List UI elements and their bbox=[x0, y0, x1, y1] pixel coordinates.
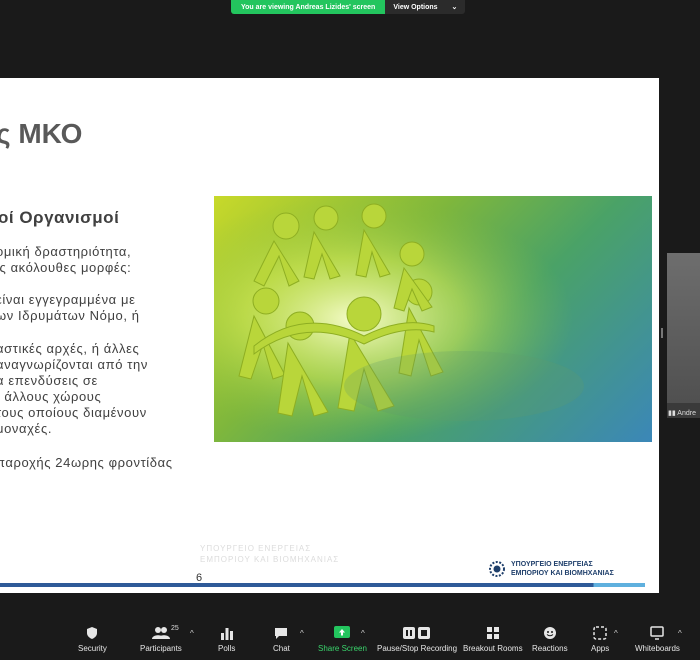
slide-paragraph: είναι εγγεγραμμένα με ων Ιδρυμάτων Νόμο,… bbox=[0, 292, 140, 324]
watermark: ΥΠΟΥΡΓΕΙΟ ΕΝΕΡΓΕΙΑΣ ΕΜΠΟΡΙΟΥ ΚΑΙ ΒΙΟΜΗΧΑ… bbox=[200, 543, 339, 565]
whiteboards-button[interactable]: Whiteboards bbox=[635, 626, 680, 653]
participants-count: 25 bbox=[171, 625, 179, 632]
slide-paragraph: ομική δραστηριότητα, ις ακόλουθες μορφές… bbox=[0, 244, 131, 276]
bar-chart-icon bbox=[220, 628, 233, 640]
participants-button[interactable]: 25 Participants bbox=[140, 625, 182, 653]
signal-icon: ▮▮ bbox=[668, 410, 676, 417]
watermark-line: ΕΜΠΟΡΙΟΥ ΚΑΙ ΒΙΟΜΗΧΑΝΙΑΣ bbox=[200, 555, 340, 564]
participant-name: ▮▮ Andre bbox=[668, 409, 696, 417]
meeting-toolbar: Security 25 Participants ^ Polls Chat ^ … bbox=[0, 620, 700, 660]
reactions-button[interactable]: Reactions bbox=[532, 626, 568, 653]
security-button[interactable]: Security bbox=[78, 626, 107, 653]
slide-subtitle: οί Οργανισμοί bbox=[0, 208, 120, 227]
chat-icon bbox=[275, 628, 288, 639]
share-banner-text: You are viewing Andreas Lizides' screen bbox=[231, 0, 386, 14]
share-screen-icon bbox=[334, 626, 351, 638]
whiteboards-label: Whiteboards bbox=[635, 644, 680, 653]
pause-stop-recording-button[interactable]: Pause/Stop Recording bbox=[377, 626, 457, 653]
footer-line bbox=[0, 583, 645, 587]
text-line: ις ακόλουθες μορφές: bbox=[0, 260, 132, 275]
grid-icon bbox=[486, 627, 499, 639]
apps-label: Apps bbox=[591, 644, 610, 653]
share-screen-button[interactable]: Share Screen bbox=[318, 626, 367, 653]
logo-line: ΥΠΟΥΡΓΕΙΟ ΕΝΕΡΓΕΙΑΣ bbox=[511, 561, 593, 568]
breakout-rooms-label: Breakout Rooms bbox=[463, 644, 523, 653]
logo-line: ΕΜΠΟΡΙΟΥ ΚΑΙ ΒΙΟΜΗΧΑΝΙΑΣ bbox=[511, 570, 614, 577]
paper-people-circle-image bbox=[214, 196, 652, 442]
apps-icon bbox=[593, 626, 607, 640]
share-screen-label: Share Screen bbox=[318, 644, 367, 653]
text-line: , άλλους χώρους bbox=[0, 389, 102, 404]
splitter-handle[interactable] bbox=[659, 320, 665, 344]
text-line: ομική δραστηριότητα, bbox=[0, 244, 132, 259]
view-options-button[interactable]: View Options ⌄ bbox=[385, 0, 466, 14]
polls-button[interactable]: Polls bbox=[218, 626, 235, 653]
chat-label: Chat bbox=[273, 644, 290, 653]
text-line: α επενδύσεις σε bbox=[0, 373, 98, 388]
ministry-logo: ΥΠΟΥΡΓΕΙΟ ΕΝΕΡΓΕΙΑΣ ΕΜΠΟΡΙΟΥ ΚΑΙ ΒΙΟΜΗΧΑ… bbox=[487, 559, 614, 579]
security-label: Security bbox=[78, 644, 107, 653]
whiteboard-icon bbox=[650, 626, 665, 640]
gear-icon bbox=[489, 561, 505, 577]
chat-button[interactable]: Chat bbox=[273, 626, 290, 653]
text-line: παροχής 24ωρης φροντίδας bbox=[0, 455, 173, 470]
apps-options-caret[interactable]: ^ bbox=[614, 629, 618, 638]
view-options-label: View Options bbox=[393, 3, 438, 11]
slide-paragraph: παροχής 24ωρης φροντίδας bbox=[0, 455, 173, 471]
slide-paragraph: αστικές αρχές, ή άλλες αναγνωρίζονται απ… bbox=[0, 341, 148, 437]
participants-options-caret[interactable]: ^ bbox=[190, 629, 194, 638]
polls-label: Polls bbox=[218, 644, 236, 653]
text-line: είναι εγγεγραμμένα με bbox=[0, 292, 136, 307]
text-line: αστικές αρχές, ή άλλες bbox=[0, 341, 140, 356]
watermark-line: ΥΠΟΥΡΓΕΙΟ ΕΝΕΡΓΕΙΑΣ bbox=[200, 544, 312, 553]
breakout-rooms-button[interactable]: Breakout Rooms bbox=[463, 626, 523, 653]
chat-options-caret[interactable]: ^ bbox=[300, 629, 304, 638]
apps-button[interactable]: Apps bbox=[591, 626, 609, 653]
share-options-caret[interactable]: ^ bbox=[361, 629, 365, 638]
smiley-icon bbox=[543, 627, 556, 639]
shared-slide: ς ΜΚΟ οί Οργανισμοί ομική δραστηριότητα,… bbox=[0, 78, 659, 593]
pause-stop-recording-label: Pause/Stop Recording bbox=[377, 644, 458, 653]
text-line: αναγνωρίζονται από την bbox=[0, 357, 148, 372]
shield-icon bbox=[87, 627, 98, 639]
reactions-label: Reactions bbox=[532, 644, 568, 653]
participant-video-tile[interactable]: ▮▮ Andre bbox=[667, 253, 700, 418]
slide-title: ς ΜΚΟ bbox=[0, 118, 83, 149]
pause-stop-icon bbox=[403, 627, 431, 639]
chevron-down-icon: ⌄ bbox=[451, 4, 458, 11]
participants-icon bbox=[151, 627, 170, 639]
participant-video bbox=[667, 253, 700, 403]
text-line: μοναχές. bbox=[0, 421, 53, 436]
screen-share-banner: You are viewing Andreas Lizides' screen … bbox=[231, 0, 466, 14]
whiteboards-options-caret[interactable]: ^ bbox=[678, 629, 682, 638]
text-line: ων Ιδρυμάτων Νόμο, ή bbox=[0, 308, 140, 323]
participants-label: Participants bbox=[140, 644, 182, 653]
participant-name-label: Andre bbox=[677, 410, 696, 417]
text-line: τους οποίους διαμένουν bbox=[0, 405, 147, 420]
